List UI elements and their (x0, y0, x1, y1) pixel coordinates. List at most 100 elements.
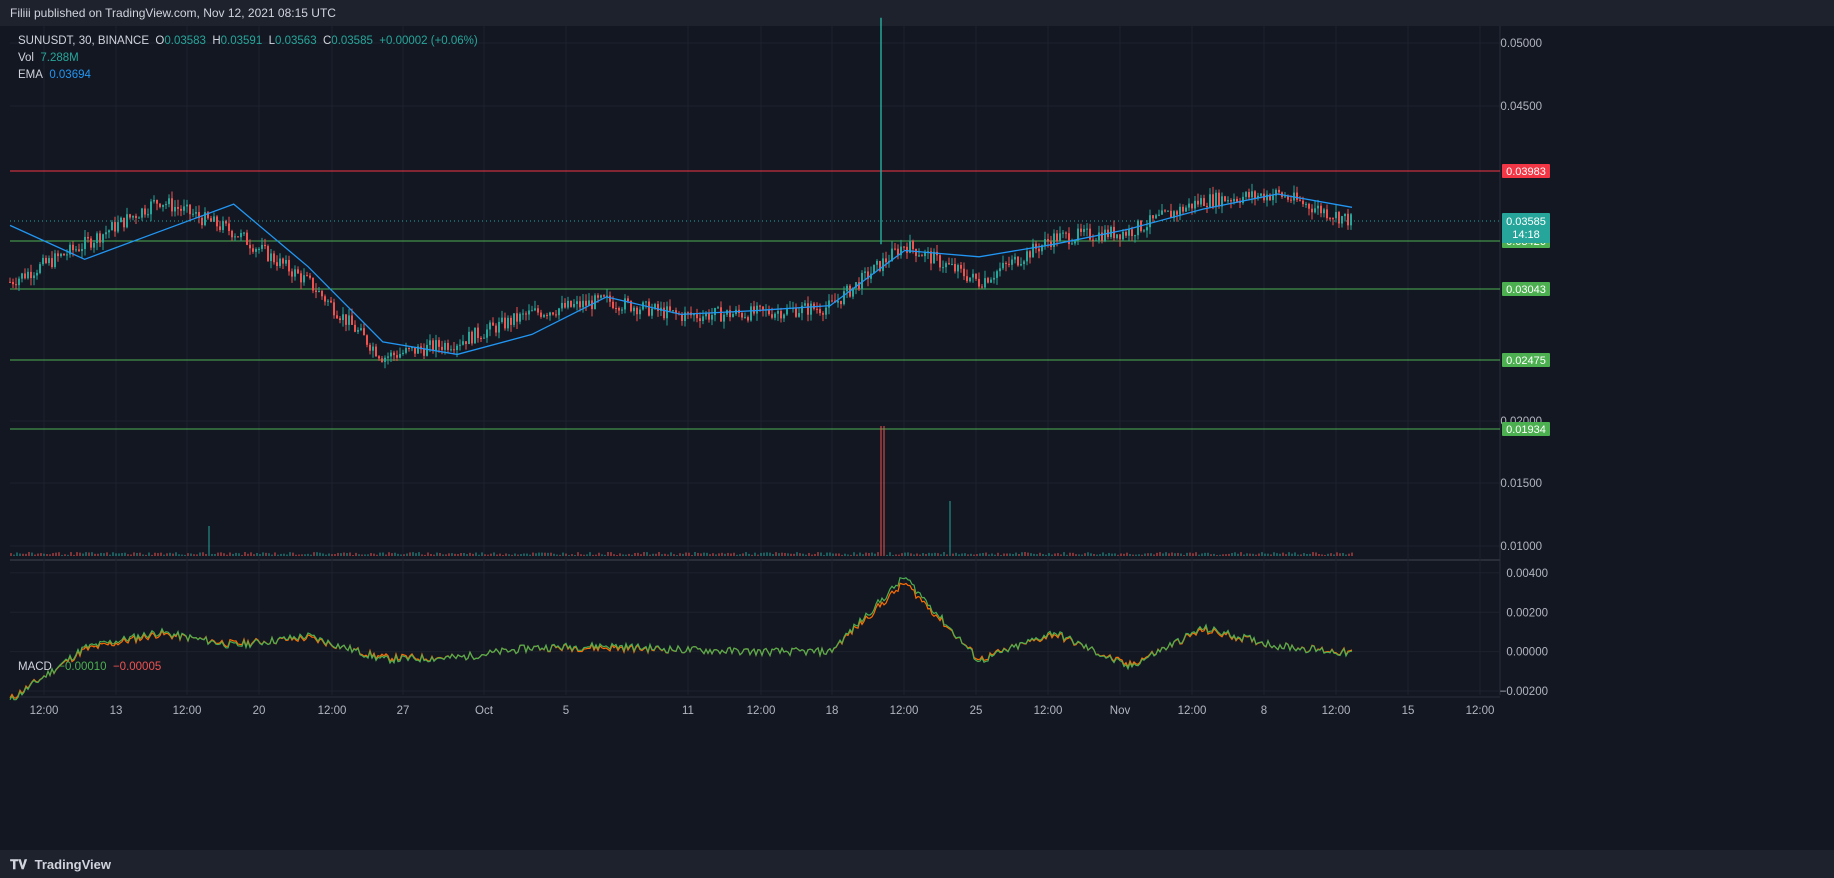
volume-bar (277, 554, 279, 556)
candle-body (384, 357, 386, 362)
bottom-bar: 𝐓𝐕 TradingView (0, 850, 1834, 878)
candle-body (804, 303, 806, 306)
candle-body (561, 302, 563, 309)
volume-bar (829, 552, 831, 556)
candle-body (276, 262, 278, 266)
candle-body (483, 337, 485, 339)
candle-body (903, 246, 905, 248)
volume-bar (1144, 553, 1146, 556)
volume-bar (76, 552, 78, 556)
candle-body (9, 281, 11, 283)
volume-bar (43, 553, 45, 556)
candle-body (51, 258, 53, 267)
tv-logo-icon: 𝐓𝐕 (10, 857, 27, 872)
candle-body (831, 300, 833, 302)
candle-body (1032, 243, 1034, 258)
volume-bar (955, 552, 957, 556)
tradingview-logo[interactable]: 𝐓𝐕 TradingView (10, 857, 111, 873)
volume-bar (550, 552, 552, 556)
candle-body (981, 286, 983, 288)
volume-bar (1231, 553, 1233, 556)
candle-body (543, 314, 545, 317)
volume-bar (85, 552, 87, 556)
volume-bar (1201, 553, 1203, 556)
volume-bar (262, 552, 264, 556)
candle-body (480, 338, 482, 340)
candle-body (381, 358, 383, 362)
candle-body (948, 263, 950, 265)
candle-body (951, 264, 953, 266)
candle-body (1092, 239, 1094, 241)
candle-body (1065, 232, 1067, 234)
candle-body (1296, 192, 1298, 200)
volume-bar (655, 553, 657, 556)
volume-bar (1204, 552, 1206, 556)
volume-bar (1279, 553, 1281, 556)
candle-body (846, 285, 848, 292)
candle-body (1350, 214, 1352, 226)
volume-bar (748, 553, 750, 556)
volume-bar (868, 553, 870, 556)
candle-body (87, 236, 89, 239)
candle-body (60, 253, 62, 257)
candle-body (609, 295, 611, 302)
volume-bar (403, 554, 405, 556)
volume-bar (943, 552, 945, 556)
volume-bar (340, 553, 342, 556)
volume-bar (997, 552, 999, 556)
candle-body (921, 255, 923, 257)
candle-body (576, 301, 578, 305)
volume-bar (928, 552, 930, 556)
volume-bar (1174, 553, 1176, 556)
volume-bar (919, 554, 921, 556)
candle-body (84, 236, 86, 250)
volume-bar (499, 553, 501, 556)
volume-bar (355, 552, 357, 556)
candle-body (315, 290, 317, 292)
volume-bar (1135, 554, 1137, 556)
volume-bar (211, 553, 213, 556)
candle-body (627, 298, 629, 302)
volume-bar (283, 553, 285, 556)
volume-bar (70, 552, 72, 556)
chart-area[interactable]: 12:00 13 12:00 20 12:00 27 Oct 5 11 12:00 18 12:00 2… (0, 0, 1834, 878)
y-tick-label: 0.01500 (1500, 478, 1542, 490)
candle-body (402, 352, 404, 355)
candle-body (1185, 207, 1187, 212)
volume-bar (445, 554, 447, 556)
volume-bar (1024, 552, 1026, 556)
volume-bar (1252, 553, 1254, 556)
candle-body (822, 313, 824, 315)
candle-body (324, 296, 326, 302)
candle-body (474, 327, 476, 344)
volume-bar (1102, 552, 1104, 556)
candle-body (432, 340, 434, 351)
volume-bar (775, 552, 777, 556)
volume-bar (436, 552, 438, 556)
volume-bar (853, 552, 855, 556)
candle-body (771, 314, 773, 318)
candle-body (426, 344, 428, 356)
candle-body (1335, 212, 1337, 219)
volume-bar (1180, 553, 1182, 556)
candle-body (183, 206, 185, 211)
change-value: +0.00002 (+0.06%) (379, 35, 478, 47)
candle-body (309, 275, 311, 278)
candle-body (21, 273, 23, 279)
volume-bar (67, 554, 69, 556)
volume-bar (718, 553, 720, 556)
candle-body (78, 249, 80, 252)
volume-bar (577, 552, 579, 556)
volume-bar (1165, 552, 1167, 556)
volume-bar (967, 554, 969, 556)
candle-body (129, 214, 131, 218)
candle-body (27, 271, 29, 279)
volume-bar (793, 553, 795, 556)
volume-bar (1192, 553, 1194, 556)
candle-body (522, 313, 524, 315)
volume-bar (232, 553, 234, 556)
ohlc-legend: SUNUSDT, 30, BINANCE O0.03583 H0.03591 L… (18, 35, 478, 47)
volume-bar (409, 552, 411, 556)
volume-bar (256, 552, 258, 556)
volume-bar (472, 553, 474, 556)
